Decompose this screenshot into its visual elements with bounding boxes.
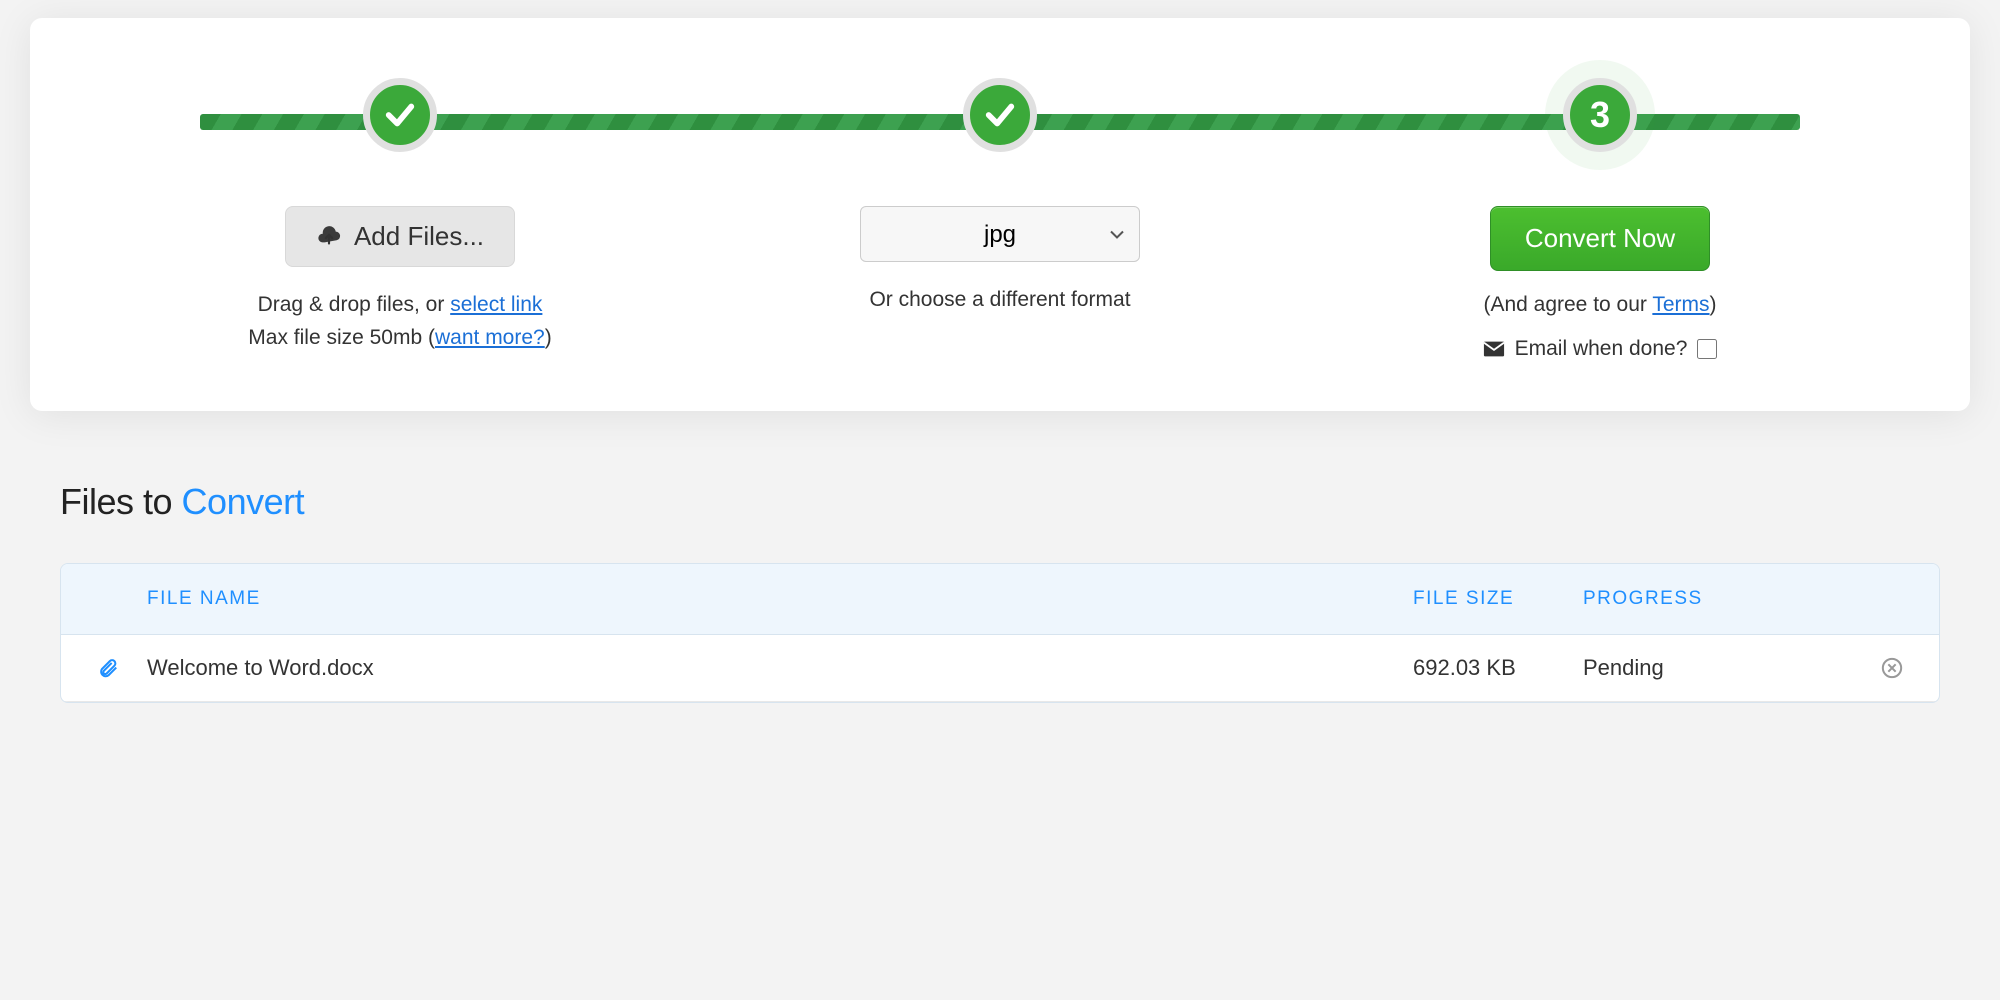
step-3-label: 3: [1590, 94, 1610, 136]
envelope-icon: [1483, 340, 1505, 358]
step-3-node: 3: [1563, 78, 1637, 152]
email-when-done-row: Email when done?: [1483, 337, 1718, 361]
col-file-name: FILE NAME: [147, 588, 1413, 610]
agree-suffix: ): [1710, 293, 1717, 316]
table-row: Welcome to Word.docx 692.03 KB Pending: [61, 635, 1939, 702]
col-file-size: FILE SIZE: [1413, 588, 1583, 610]
files-table: FILE NAME FILE SIZE PROGRESS Welcome to …: [60, 563, 1940, 703]
step-1-column: Add Files... Drag & drop files, or selec…: [100, 206, 700, 361]
files-heading-accent: Convert: [182, 481, 305, 522]
email-checkbox[interactable]: [1697, 339, 1717, 359]
files-heading-prefix: Files to: [60, 481, 182, 522]
format-select[interactable]: jpg: [860, 206, 1140, 262]
step-3-column: Convert Now (And agree to our Terms) Ema…: [1300, 206, 1900, 361]
email-label: Email when done?: [1515, 337, 1688, 361]
check-icon: [383, 98, 417, 132]
conversion-card: 3 Add Files... Drag & drop files, or sel…: [30, 18, 1970, 411]
step-1-node: [363, 78, 437, 152]
check-icon: [983, 98, 1017, 132]
remove-file-icon[interactable]: [1881, 657, 1903, 679]
col-progress: PROGRESS: [1583, 588, 1863, 610]
max-text-suffix: ): [545, 326, 552, 349]
add-files-label: Add Files...: [354, 221, 484, 252]
agree-prefix: (And agree to our: [1483, 293, 1652, 316]
drag-text: Drag & drop files, or: [258, 293, 451, 316]
max-text: Max file size 50mb (: [248, 326, 435, 349]
step-1-help: Drag & drop files, or select link Max fi…: [248, 289, 551, 354]
progress-stepper: 3: [100, 78, 1900, 168]
agree-text: (And agree to our Terms): [1483, 293, 1716, 317]
file-progress: Pending: [1583, 655, 1863, 681]
files-section: Files to Convert FILE NAME FILE SIZE PRO…: [60, 481, 1940, 703]
terms-link[interactable]: Terms: [1652, 293, 1709, 316]
files-heading: Files to Convert: [60, 481, 1940, 523]
files-table-header: FILE NAME FILE SIZE PROGRESS: [61, 564, 1939, 635]
step-2-column: jpg Or choose a different format: [700, 206, 1300, 361]
step-2-node: [963, 78, 1037, 152]
convert-now-button[interactable]: Convert Now: [1490, 206, 1710, 271]
paperclip-icon: [97, 657, 119, 679]
step-2-help: Or choose a different format: [869, 284, 1130, 317]
add-files-button[interactable]: Add Files...: [285, 206, 515, 267]
want-more-link[interactable]: want more?: [435, 326, 545, 349]
select-link[interactable]: select link: [450, 293, 542, 316]
file-size: 692.03 KB: [1413, 655, 1583, 681]
file-name: Welcome to Word.docx: [147, 655, 1413, 681]
upload-cloud-icon: [316, 224, 342, 250]
